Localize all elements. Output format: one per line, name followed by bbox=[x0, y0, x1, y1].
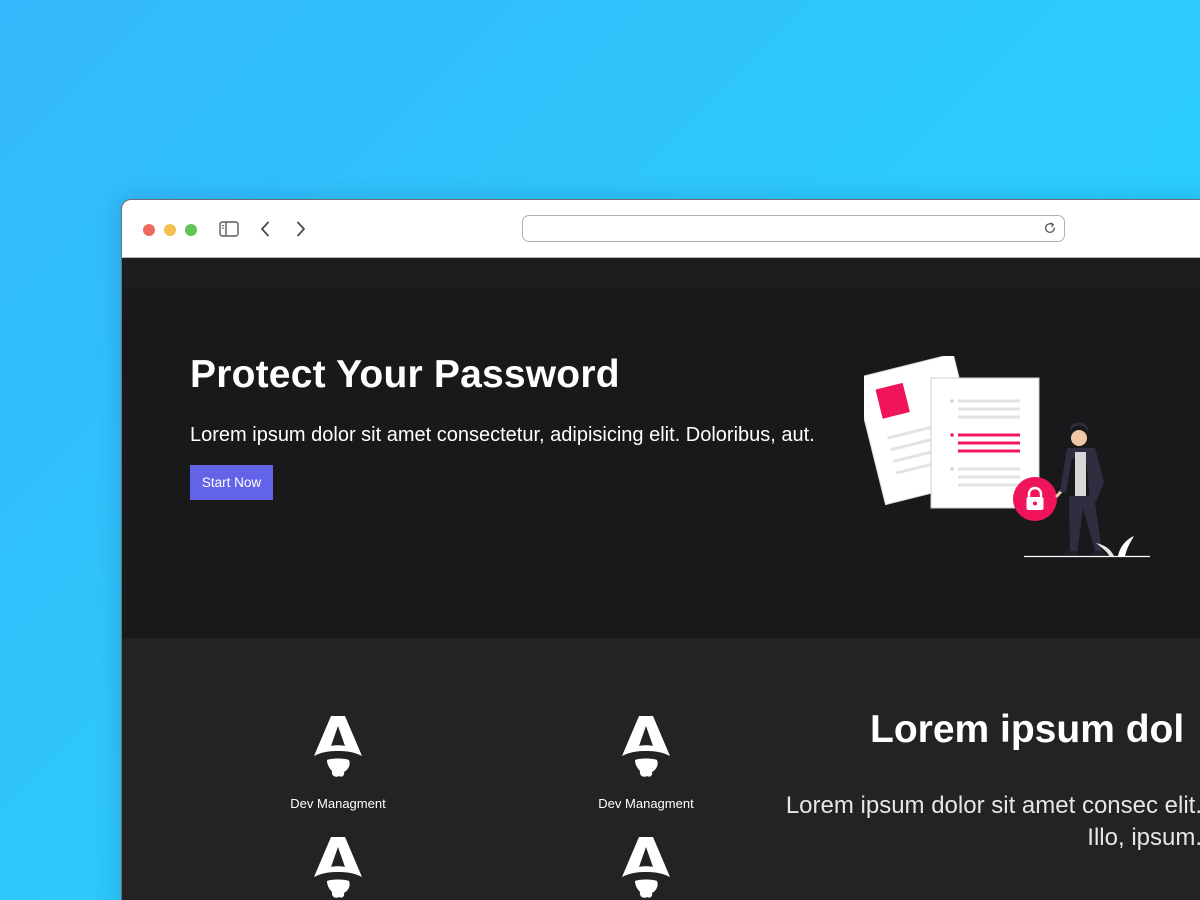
minimize-window-button[interactable] bbox=[164, 224, 176, 236]
browser-toolbar bbox=[122, 200, 1200, 258]
start-now-button[interactable]: Start Now bbox=[190, 465, 273, 500]
astro-logo-icon bbox=[314, 716, 362, 777]
feature-label: Dev Managment bbox=[598, 796, 694, 811]
browser-window: Protect Your Password Lorem ipsum dolor … bbox=[121, 199, 1200, 900]
zoom-window-button[interactable] bbox=[185, 224, 197, 236]
feature-item bbox=[566, 837, 726, 900]
astro-logo-icon bbox=[622, 837, 670, 898]
address-bar[interactable] bbox=[522, 215, 1065, 242]
sidebar-toggle-icon[interactable] bbox=[218, 217, 240, 241]
section-text: Lorem ipsum dolor sit amet consec elit. … bbox=[785, 792, 1200, 851]
close-window-button[interactable] bbox=[143, 224, 155, 236]
back-icon[interactable] bbox=[256, 217, 274, 241]
reload-icon[interactable] bbox=[1043, 221, 1057, 235]
hero-title: Protect Your Password bbox=[190, 353, 620, 396]
feature-item bbox=[258, 837, 418, 900]
feature-item: Dev Managment bbox=[258, 716, 418, 811]
feature-label: Dev Managment bbox=[290, 796, 386, 811]
section-title: Lorem ipsum dol bbox=[870, 708, 1185, 751]
password-security-illustration bbox=[864, 356, 1150, 558]
forward-icon[interactable] bbox=[292, 217, 310, 241]
hero-subtitle: Lorem ipsum dolor sit amet consectetur, … bbox=[190, 424, 815, 446]
hero-section: Protect Your Password Lorem ipsum dolor … bbox=[122, 289, 1200, 638]
astro-logo-icon bbox=[622, 716, 670, 777]
site-navbar bbox=[122, 258, 1200, 289]
feature-item: Dev Managment bbox=[566, 716, 726, 811]
astro-logo-icon bbox=[314, 837, 362, 898]
features-section: Dev Managment Dev Managment Lorem ipsum … bbox=[122, 638, 1200, 900]
